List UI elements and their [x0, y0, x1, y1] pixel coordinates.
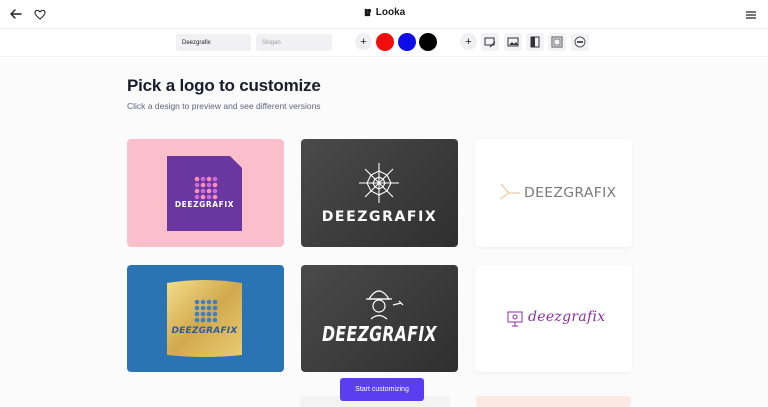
page-subtitle: Click a design to preview and see differ… — [127, 101, 321, 111]
logo-card-6[interactable]: deezgrafix — [475, 265, 632, 372]
logo-text-1: DEEZGRAFIX — [174, 200, 235, 209]
image-icon[interactable] — [504, 33, 522, 51]
looka-mark-icon — [364, 8, 371, 17]
page-title: Pick a logo to customize — [127, 76, 321, 95]
logo-card-4[interactable]: DEEZGRAFIX — [127, 265, 284, 372]
color-swatch-red[interactable] — [376, 33, 394, 51]
badge-icon[interactable] — [571, 33, 589, 51]
picture-frame-icon[interactable] — [548, 33, 566, 51]
logo-card-3[interactable]: DEEZGRAFIX — [475, 139, 632, 247]
logo-preview-4 — [167, 280, 242, 357]
logo-card-5[interactable]: DEEZGRAFIX — [301, 265, 458, 372]
next-row-card-hint-2 — [476, 396, 631, 407]
logo-preview-1 — [167, 156, 242, 231]
slogan-input[interactable]: Slogan — [256, 34, 332, 51]
logo-text-4: DEEZGRAFIX — [171, 326, 238, 336]
helmet-worker-icon — [366, 290, 404, 320]
top-bar: Looka — [0, 0, 768, 29]
color-swatch-black[interactable] — [419, 33, 437, 51]
logo-text-5: DEEZGRAFIX — [322, 322, 437, 346]
add-symbol-plus-icon[interactable]: + — [460, 33, 477, 50]
hamburger-menu-icon[interactable] — [745, 9, 757, 20]
layout-icon[interactable] — [526, 33, 544, 51]
brand-logo[interactable]: Looka — [0, 7, 768, 18]
start-customizing-button[interactable]: Start customizing — [340, 378, 424, 401]
logo-text-2: DEEZGRAFIX — [321, 209, 438, 225]
logo-text-3: DEEZGRAFIX — [524, 185, 617, 201]
logo-text-6: deezgrafix — [528, 309, 606, 325]
image-edit-icon[interactable] — [481, 33, 499, 51]
company-name-input[interactable]: Deezgrafix — [176, 34, 251, 51]
add-color-plus-icon[interactable]: + — [355, 33, 372, 50]
color-swatch-blue[interactable] — [398, 33, 416, 51]
brand-name: Looka — [375, 7, 406, 18]
logo-card-1[interactable]: DEEZGRAFIX — [127, 139, 284, 247]
spider-web-icon — [359, 163, 399, 203]
logo-card-2[interactable]: DEEZGRAFIX — [301, 139, 458, 247]
